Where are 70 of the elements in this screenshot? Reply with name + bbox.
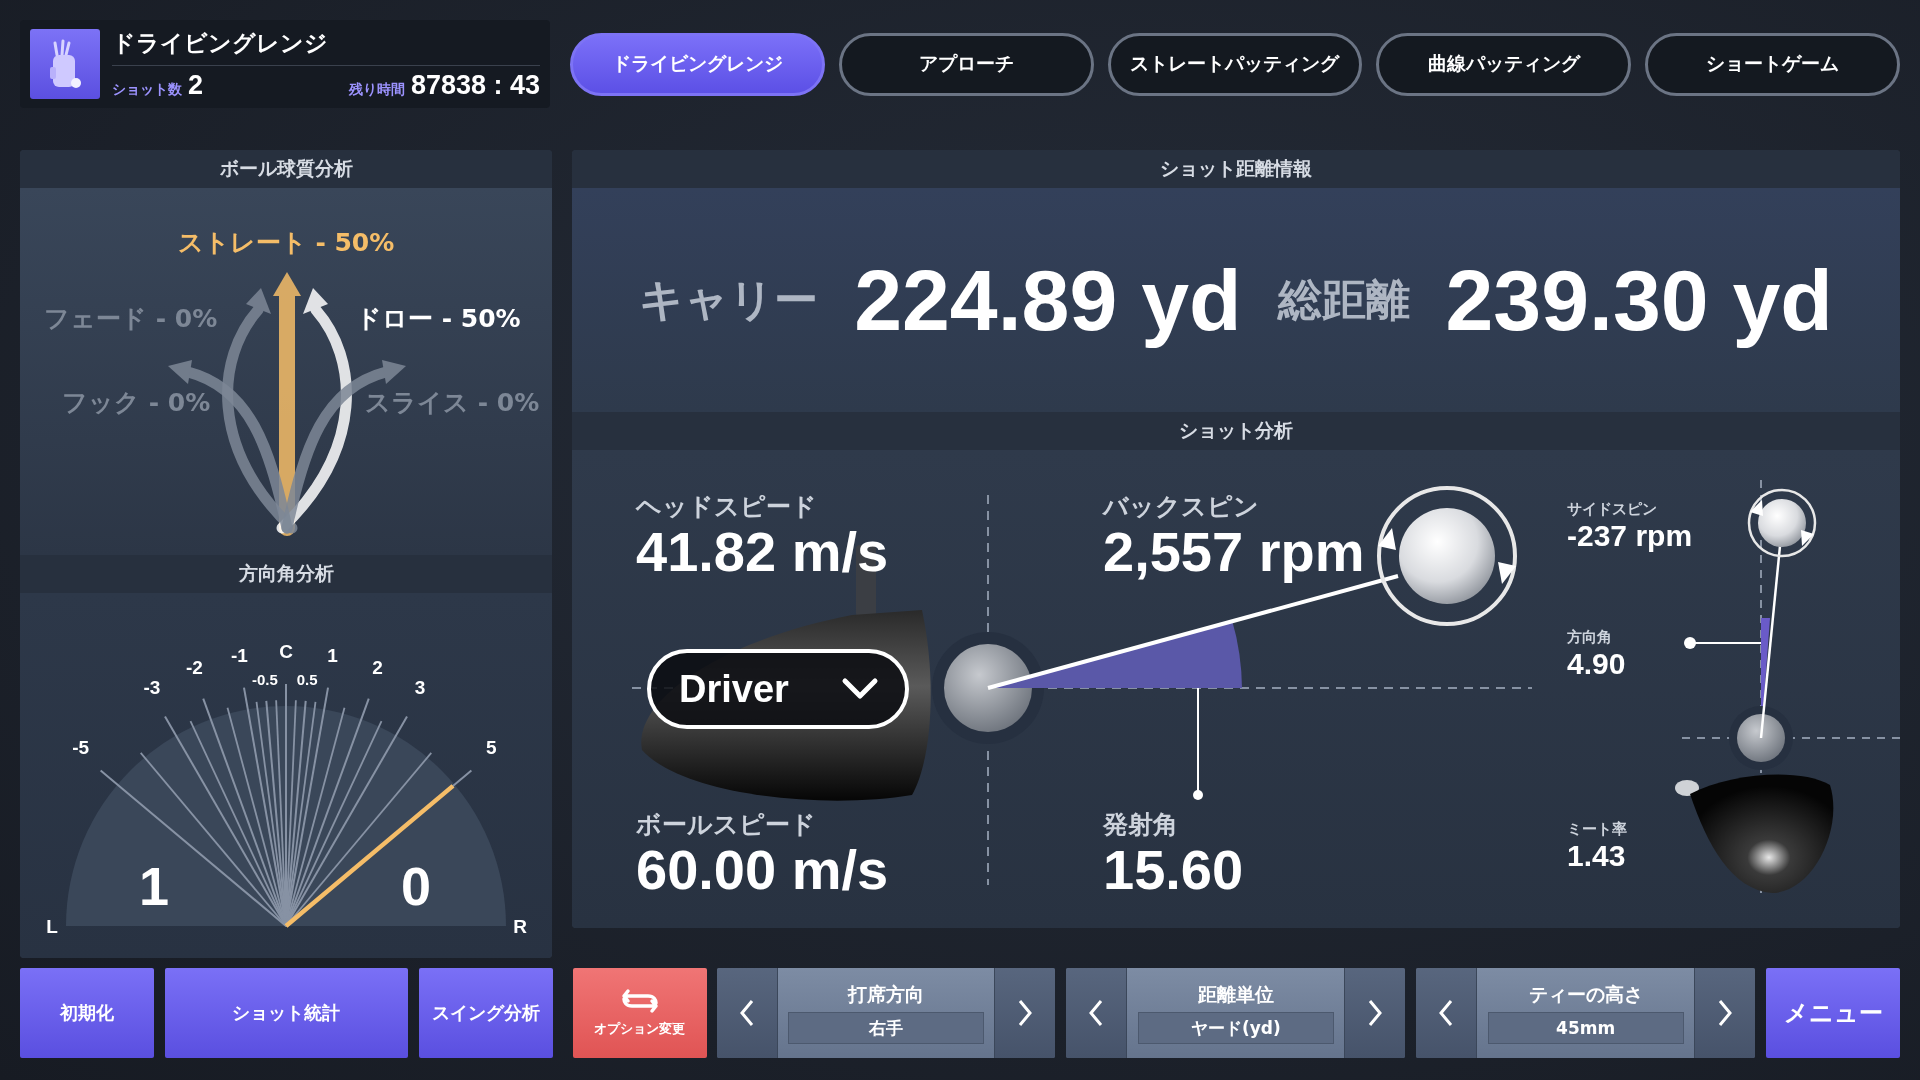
swap-arrows-icon [619,988,660,1014]
option-value: 右手 [788,1012,985,1044]
metric-value: 2,557 rpm [1103,523,1365,582]
option-change-button[interactable]: オプション変更 [572,968,707,1058]
metric-value: 41.82 m/s [636,523,889,582]
option-title: 距離単位 [1197,982,1274,1007]
metric-value: 60.00 m/s [636,841,889,900]
metric-value: 1.43 [1567,839,1626,872]
metric-label: ミート率 [1567,820,1627,839]
ball-shape-label: フェード - 0% [44,303,218,335]
metric-value: -237 rpm [1567,519,1693,552]
metric-label: ボールスピード [636,809,816,842]
ball-shape-label: ストレート - 50% [176,227,396,259]
action-button[interactable]: スイング分析 [418,968,553,1058]
previous-button[interactable] [1066,968,1127,1058]
golf-ball-icon [1729,706,1793,770]
remaining-time: 87838 : 43 [410,69,540,101]
metric-label: ヘッドスピード [636,491,817,523]
next-button[interactable] [1345,968,1406,1058]
panel-title: ショット距離情報 [572,150,1900,188]
metric-value: 4.90 [1567,647,1626,680]
carry-label: キャリー [639,272,819,327]
metric-label: サイドスピン [1567,500,1657,519]
mode-tab[interactable]: ドライビングレンジ [570,32,825,96]
next-button[interactable] [1695,968,1756,1058]
club-dropdown[interactable]: Driver [647,649,909,729]
remaining-time-label: 残り時間 [348,80,405,99]
metric-value: 15.60 [1103,841,1244,900]
shot-count-label: ショット数 [112,80,182,99]
option-title: ティーの高さ [1528,982,1643,1007]
metric-label: 発射角 [1103,809,1178,842]
ball-shape-label: フック - 0% [62,387,211,419]
option-title: 打席方向 [848,982,925,1007]
right-count: 0 [401,856,431,916]
chevron-right-icon [1716,998,1735,1028]
carry-value: 224.89 yd [854,250,1242,350]
action-button[interactable]: ショット統計 [164,968,408,1058]
previous-button[interactable] [716,968,777,1058]
shot-count: 2 [188,69,204,101]
ball-shape-label: スライス - 0% [365,387,540,419]
left-label: L [46,916,58,937]
left-count: 1 [139,856,169,916]
mode-title: ドライビングレンジ [112,27,540,66]
straight-arrow-icon [273,272,301,536]
right-label: R [513,916,527,937]
total-distance-value: 239.30 yd [1445,250,1833,350]
panel-title: 方向角分析 [20,555,552,593]
golf-ball-icon [932,632,1044,744]
chevron-left-icon [737,998,756,1028]
menu-button[interactable]: メニュー [1766,968,1900,1058]
mode-tab[interactable]: ストレートパッティング [1107,32,1363,96]
chevron-down-icon [841,677,879,701]
spinning-ball-drawing [1747,488,1817,558]
golf-bag-icon [30,29,100,99]
panel-title: ショット分析 [572,412,1900,450]
option-value: 45mm [1487,1012,1684,1044]
total-distance-label: 総距離 [1277,272,1410,327]
mode-tab[interactable]: 曲線パッティング [1376,32,1632,96]
option-value: ヤード(yd) [1137,1012,1334,1044]
mode-tab[interactable]: アプローチ [838,32,1094,96]
mode-tab[interactable]: ショートゲーム [1645,32,1900,96]
next-button[interactable] [995,968,1056,1058]
previous-button[interactable] [1416,968,1477,1058]
chevron-right-icon [1366,998,1385,1028]
metric-label: 方向角 [1567,628,1612,647]
action-button[interactable]: 初期化 [20,968,154,1058]
panel-title: ボール球質分析 [20,150,552,188]
chevron-right-icon [1016,998,1035,1028]
ball-shape-label: ドロー - 50% [356,303,521,335]
metric-label: バックスピン [1103,491,1259,523]
